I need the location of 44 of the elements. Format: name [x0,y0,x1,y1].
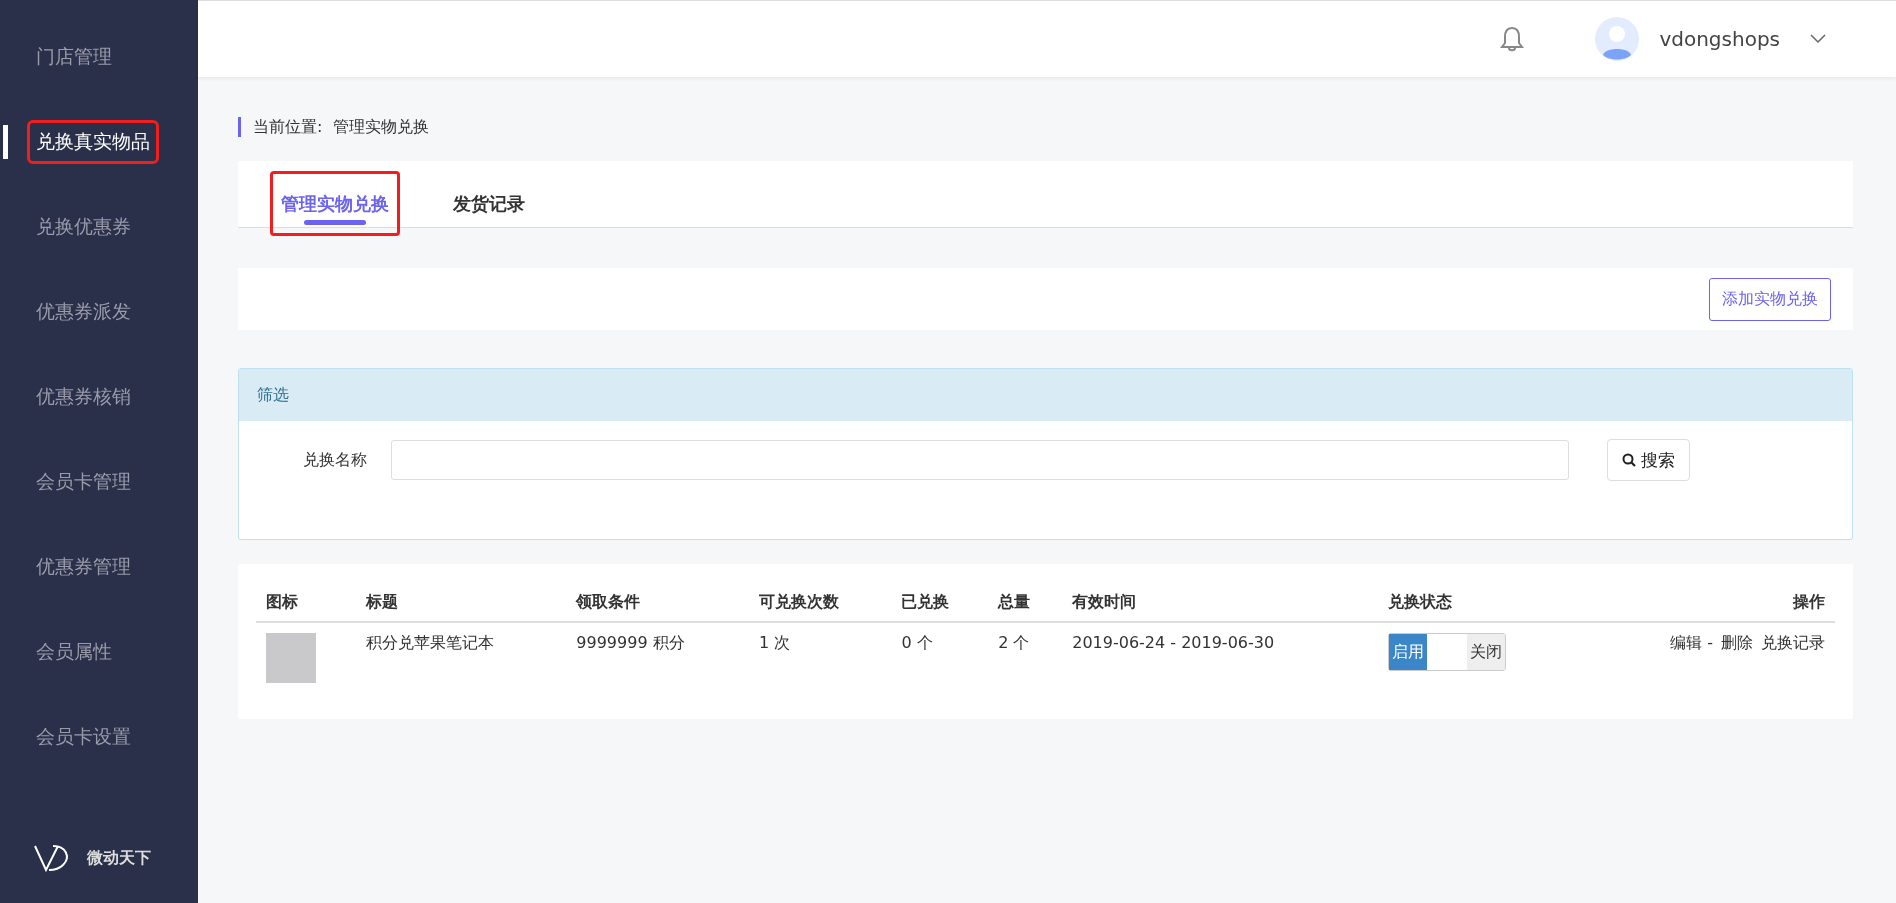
table-cell: 2 个 [988,622,1063,693]
column-header: 标题 [355,584,567,622]
search-button[interactable]: 搜索 [1607,439,1690,481]
sidebar-item[interactable]: 优惠券派发 [27,289,140,334]
sidebar-item[interactable]: 兑换真实物品 [27,119,159,164]
add-button[interactable]: 添加实物兑换 [1709,277,1831,321]
action-link[interactable]: 删除 [1721,633,1753,652]
breadcrumb: 当前位置: 管理实物兑换 [238,117,1853,137]
column-header: 兑换状态 [1378,584,1575,622]
tab[interactable]: 管理实物兑换 [270,171,400,236]
brand-name: 微动天下 [87,847,151,869]
sidebar-item[interactable]: 优惠券核销 [27,374,140,419]
caret-icon[interactable] [1810,34,1826,44]
sidebar-item[interactable]: 会员属性 [27,629,121,674]
table-cell: 9999999 积分 [566,622,750,693]
table-cell: 0 个 [891,622,989,693]
column-header: 图标 [256,584,356,622]
column-header: 可兑换次数 [749,584,892,622]
column-header: 操作 [1574,584,1835,622]
table-cell: 积分兑苹果笔记本 [355,622,567,693]
sidebar-item[interactable]: 优惠券管理 [27,544,140,589]
sidebar-item[interactable]: 会员卡设置 [27,714,140,759]
status-switch[interactable]: 启用 关闭 [1388,633,1507,671]
search-icon [1622,453,1636,467]
logo-icon [33,843,71,873]
action-link[interactable]: 编辑 - [1670,633,1713,652]
sidebar-item[interactable]: 会员卡管理 [27,459,140,504]
table-cell: 1 次 [749,622,892,693]
username[interactable]: vdongshops [1659,27,1780,51]
photo-placeholder [266,633,316,683]
avatar-icon[interactable] [1595,17,1640,61]
table-cell: 2019-06-24 - 2019-06-30 [1062,622,1379,693]
input-field[interactable] [391,440,1569,480]
column-header: 已兑换 [891,584,989,622]
column-header: 领取条件 [566,584,750,622]
sidebar-item[interactable]: 门店管理 [27,34,121,79]
column-header: 总量 [988,584,1063,622]
column-header: 有效时间 [1062,584,1379,622]
filter-title: 筛选 [239,369,1852,421]
field-label: 兑换名称 [303,449,368,471]
tab[interactable]: 发货记录 [442,171,536,236]
notification-bell-icon[interactable] [1499,25,1526,53]
action-link[interactable]: 兑换记录 [1761,633,1825,652]
sidebar-item[interactable]: 兑换优惠券 [27,204,140,249]
